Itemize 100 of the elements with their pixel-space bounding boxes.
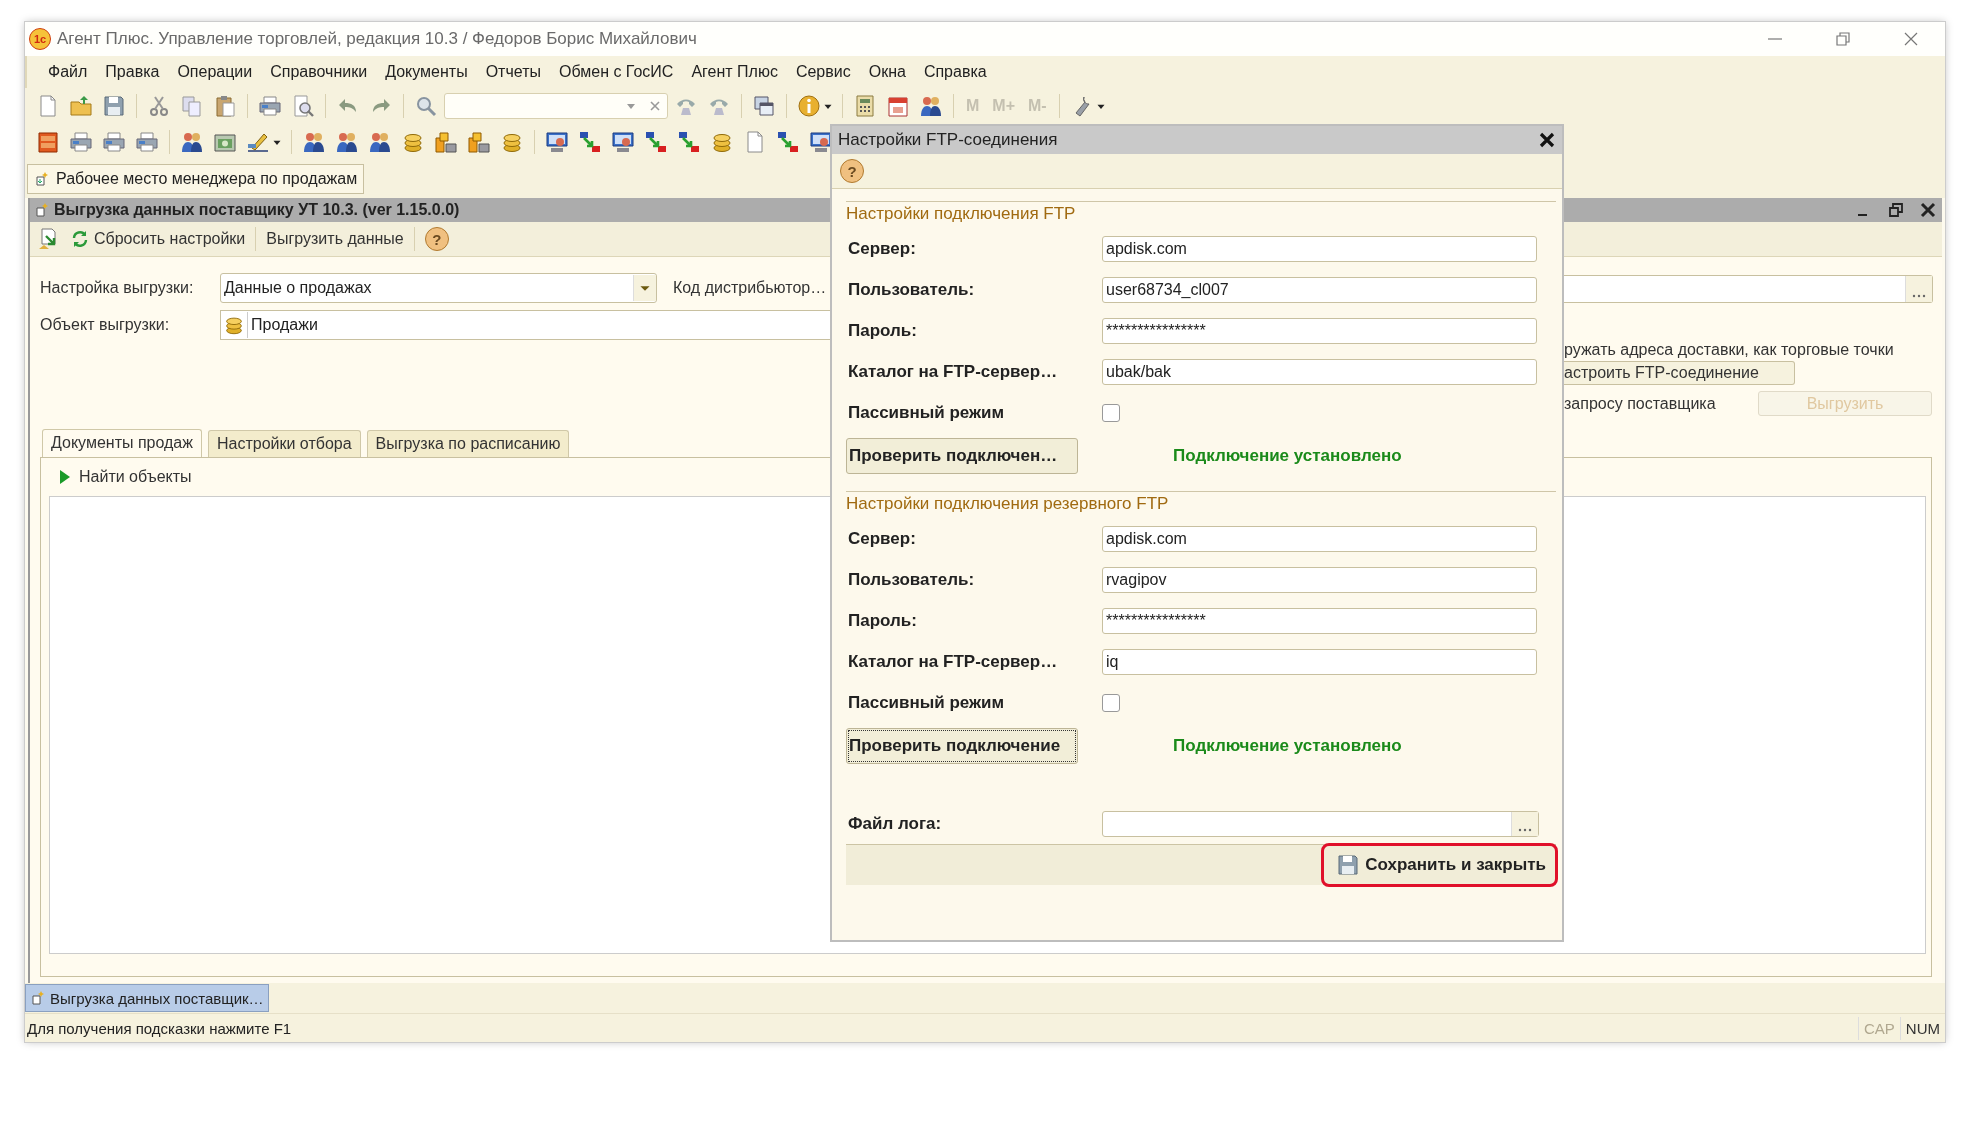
menu-item[interactable]: Сервис [786,63,860,81]
close-icon[interactable] [1919,201,1937,219]
ftp-settings-button[interactable]: астроить FTP-соединение [1564,361,1795,385]
printer-icon[interactable] [102,130,126,154]
connection-status: Подключение установлено [1173,446,1402,466]
input-field[interactable]: iq [1102,648,1537,675]
field-label: Сервер: [847,528,917,549]
restore-icon[interactable] [1833,29,1853,49]
refresh-icon [70,229,90,249]
field-label: Настройка выгрузки: [40,279,195,297]
input-field[interactable]: **************** [1102,607,1537,634]
printer-icon[interactable] [258,94,282,118]
tab[interactable]: Выгрузка по расписанию [366,430,570,457]
transfer-icon[interactable] [776,130,800,154]
monitor-icon[interactable] [545,130,569,154]
export-setting-dropdown[interactable]: Данные о продажах [220,273,657,303]
info-icon[interactable] [797,94,821,118]
field-label: Пароль: [847,610,918,631]
field-label: Пароль: [847,320,918,341]
logo-icon: 1с [29,28,51,50]
reset-settings-button[interactable]: Сбросить настройки [66,229,250,249]
tab[interactable]: Документы продаж [42,429,202,458]
field-label: Каталог на FTP-сервер… [847,361,1059,382]
expand-icon[interactable] [59,469,71,485]
dialog-title: Настройки FTP-соединения [838,130,1058,150]
help-icon[interactable]: ? [840,159,864,183]
people-icon[interactable] [180,130,204,154]
people-icon[interactable] [368,130,392,154]
key-indicator: CAP [1858,1016,1900,1040]
field-label: Пользователь: [847,569,976,590]
more-icon [1516,826,1534,833]
field-label: Пассивный режим [847,402,1006,423]
menu-item[interactable]: Окна [859,63,915,81]
menu-item[interactable]: Обмен с ГосИС [549,63,683,81]
window-title: Агент Плюс. Управление торговлей, редакция 10.3 / Федоров Борис Михайлович [57,29,697,49]
check-connection-button[interactable]: Проверить подключение [846,728,1078,764]
monitor-icon[interactable] [809,130,833,154]
form-icon [30,990,46,1006]
section-title: Настройки подключения резервного FTP [846,493,1170,515]
field-label: Файл лога: [847,813,943,834]
people-icon[interactable] [302,130,326,154]
input-field[interactable]: rvagipov [1102,566,1537,593]
menu-item[interactable]: Правка [96,63,169,81]
task-label: Выгрузка данных поставщик… [50,989,264,1007]
input-field[interactable]: apdisk.com [1102,235,1537,262]
field-label: Сервер: [847,238,917,259]
blocks-icon[interactable] [467,130,491,154]
export-data-button[interactable]: Выгрузить данные [262,230,408,248]
status-hint: Для получения подсказки нажмите F1 [26,1019,292,1037]
input-field[interactable]: ubak/bak [1102,358,1537,385]
people-icon[interactable] [919,94,943,118]
export-object-field[interactable]: Продажи [220,310,832,340]
field-label: Пользователь: [847,279,976,300]
form-icon [34,202,50,218]
menu-item[interactable]: Операции [168,63,262,81]
cabinet-icon[interactable] [36,130,60,154]
menu-item[interactable]: Справка [914,63,996,81]
menu-item[interactable]: Агент Плюс [682,63,787,81]
input-field[interactable]: user68734_cl007 [1102,276,1537,303]
menu-item[interactable]: Отчеты [476,63,550,81]
form-title: Выгрузка данных поставщику УТ 10.3. (ver 1.15.0.0) [54,201,460,219]
checkbox[interactable] [1102,693,1120,712]
printer-icon[interactable] [135,130,159,154]
input-field[interactable]: apdisk.com [1102,525,1537,552]
tab-label: Рабочее место менеджера по продажам [56,170,358,188]
check-connection-button[interactable]: Проверить подключен… [846,438,1078,474]
distributor-code-field[interactable] [1564,275,1933,303]
blocks-icon[interactable] [434,130,458,154]
window-task-button[interactable]: Выгрузка данных поставщик… [25,984,269,1012]
restore-icon[interactable] [1887,201,1905,219]
more-icon [1910,293,1928,299]
menu-item[interactable]: Файл [39,63,97,81]
field-label: Пассивный режим [847,692,1006,713]
field-label: Каталог на FTP-сервер… [847,651,1059,672]
key-indicator: NUM [1899,1016,1945,1040]
transfer-icon[interactable] [644,130,668,154]
request-option-label: запросу поставщика [1564,394,1717,413]
log-file-field[interactable] [1102,810,1539,837]
folder-icon[interactable] [69,94,93,118]
find-objects-link[interactable]: Найти объекты [79,468,192,486]
section-title: Настройки подключения FTP [846,203,1077,225]
windows-icon[interactable] [752,94,776,118]
form-icon [34,171,50,187]
delivery-option-label: ружать адреса доставки, как торговые точки [1564,341,1894,359]
floppy-icon[interactable] [102,94,126,118]
connection-status: Подключение установлено [1173,736,1402,756]
help-icon[interactable]: ? [424,227,449,251]
checkbox[interactable] [1102,403,1120,422]
tab[interactable]: Настройки отбора [207,430,361,457]
close-icon[interactable] [1538,131,1556,149]
open-window-tab[interactable]: Рабочее место менеджера по продажам [27,164,365,194]
menu-item[interactable]: Документы [376,63,477,81]
transfer-icon[interactable] [578,130,602,154]
search-field[interactable] [444,93,668,119]
monitor-icon[interactable] [611,130,635,154]
input-field[interactable]: **************** [1102,317,1537,344]
menu-item[interactable]: Справочники [261,63,377,81]
transfer-icon[interactable] [677,130,701,154]
people-icon[interactable] [335,130,359,154]
printer-icon[interactable] [69,130,93,154]
